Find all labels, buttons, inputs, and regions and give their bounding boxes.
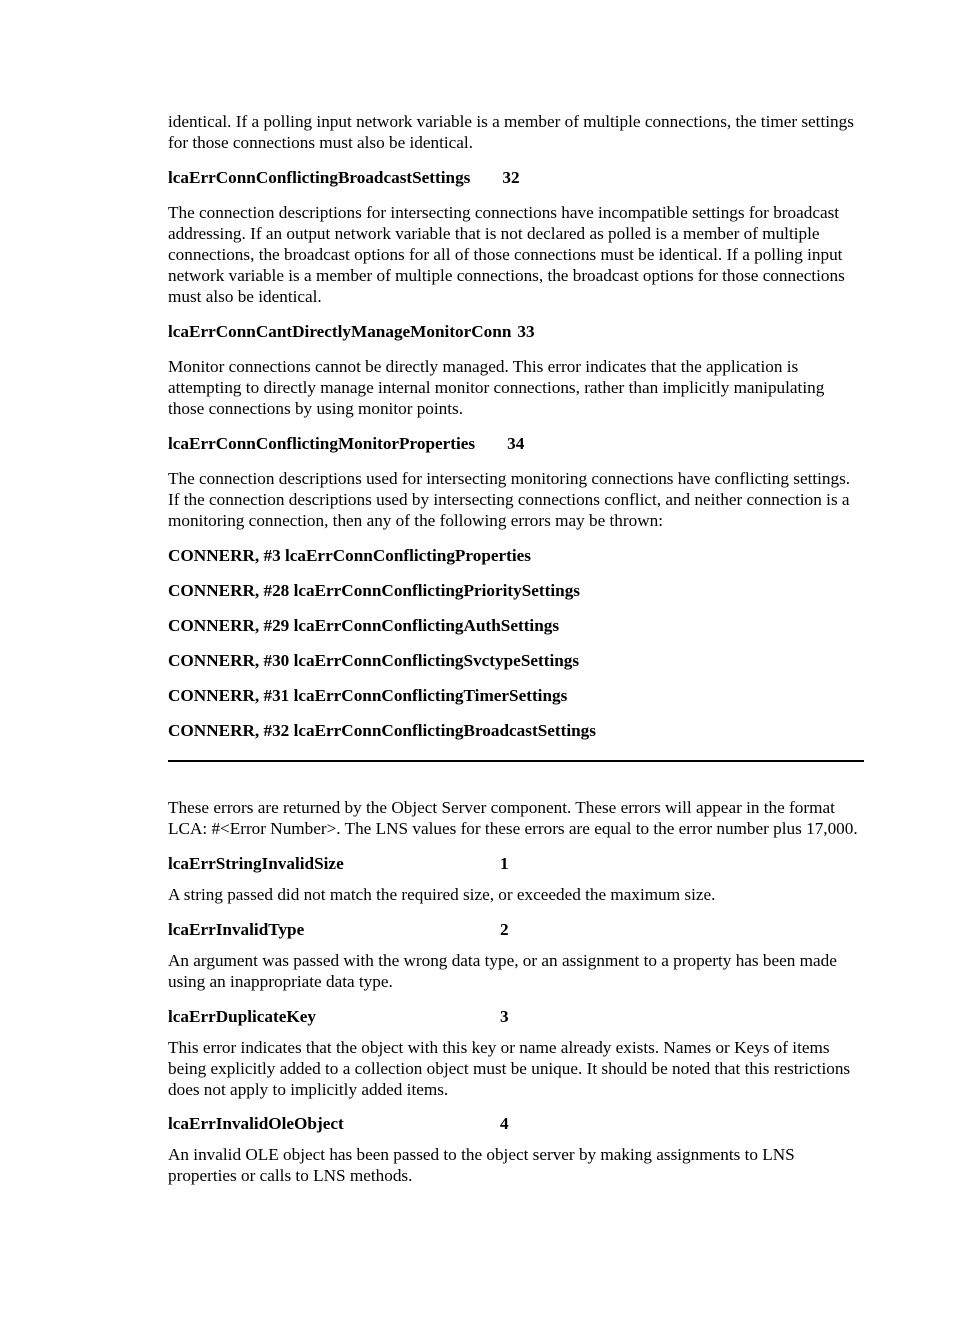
error-heading: lcaErrStringInvalidSize 1 xyxy=(168,854,864,875)
error-list-item: CONNERR, #31 lcaErrConnConflictingTimerS… xyxy=(168,686,864,707)
body-text: These errors are returned by the Object … xyxy=(168,798,864,840)
error-number: 2 xyxy=(500,920,864,941)
body-text: An argument was passed with the wrong da… xyxy=(168,951,864,993)
body-text: The connection descriptions used for int… xyxy=(168,469,864,532)
error-name: lcaErrDuplicateKey xyxy=(168,1007,500,1028)
error-number: 34 xyxy=(507,434,524,455)
error-heading: lcaErrDuplicateKey 3 xyxy=(168,1007,864,1028)
error-number: 3 xyxy=(500,1007,864,1028)
error-number: 1 xyxy=(500,854,864,875)
error-heading: lcaErrConnConflictingMonitorProperties 3… xyxy=(168,434,864,455)
error-name: lcaErrInvalidOleObject xyxy=(168,1114,500,1135)
error-list-item: CONNERR, #30 lcaErrConnConflictingSvctyp… xyxy=(168,651,864,672)
error-name: lcaErrStringInvalidSize xyxy=(168,854,500,875)
error-heading: lcaErrConnConflictingBroadcastSettings 3… xyxy=(168,168,864,189)
error-name: lcaErrConnConflictingMonitorProperties xyxy=(168,434,475,455)
error-list-item: CONNERR, #28 lcaErrConnConflictingPriori… xyxy=(168,581,864,602)
error-number: 4 xyxy=(500,1114,864,1135)
body-text: The connection descriptions for intersec… xyxy=(168,203,864,308)
error-name: lcaErrConnConflictingBroadcastSettings xyxy=(168,168,470,189)
error-heading: lcaErrInvalidOleObject 4 xyxy=(168,1114,864,1135)
body-text: Monitor connections cannot be directly m… xyxy=(168,357,864,420)
error-list-item: CONNERR, #29 lcaErrConnConflictingAuthSe… xyxy=(168,616,864,637)
spacer xyxy=(470,168,502,189)
error-list-item: CONNERR, #3 lcaErrConnConflictingPropert… xyxy=(168,546,864,567)
body-text: This error indicates that the object wit… xyxy=(168,1038,864,1101)
document-page: identical. If a polling input network va… xyxy=(0,0,954,1321)
error-number: 32 xyxy=(502,168,519,189)
section-divider xyxy=(168,760,864,762)
spacer xyxy=(475,434,507,455)
error-name: lcaErrConnCantDirectlyManageMonitorConn xyxy=(168,322,511,343)
body-text: A string passed did not match the requir… xyxy=(168,885,864,906)
error-name: lcaErrInvalidType xyxy=(168,920,500,941)
error-heading: lcaErrInvalidType 2 xyxy=(168,920,864,941)
error-list-item: CONNERR, #32 lcaErrConnConflictingBroadc… xyxy=(168,721,864,742)
body-text: identical. If a polling input network va… xyxy=(168,112,864,154)
error-number: 33 xyxy=(517,322,534,343)
error-heading: lcaErrConnCantDirectlyManageMonitorConn … xyxy=(168,322,864,343)
body-text: An invalid OLE object has been passed to… xyxy=(168,1145,864,1187)
